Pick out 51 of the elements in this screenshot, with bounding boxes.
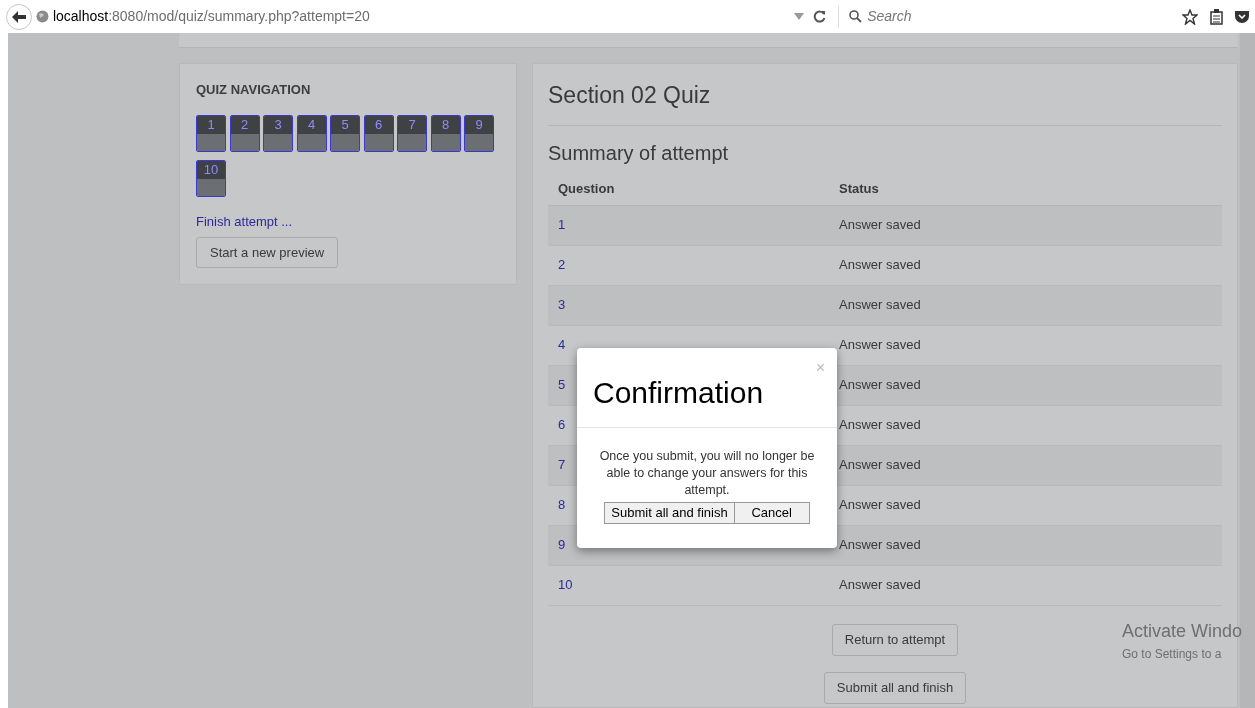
question-nav-button[interactable]: 6 (363, 114, 394, 152)
status-text: Answer saved (839, 376, 921, 395)
globe-icon (35, 10, 49, 23)
question-nav-button[interactable]: 1 (196, 114, 226, 152)
reload-icon[interactable] (813, 10, 827, 23)
submit-button[interactable]: Submit all and finish (823, 671, 967, 704)
submit-button[interactable]: Submit all and finish (604, 502, 735, 524)
star-icon[interactable] (1182, 8, 1198, 25)
question-nav-button[interactable]: 7 (397, 114, 427, 152)
return-button[interactable]: Return to attempt (831, 623, 959, 656)
status-text: Answer saved (839, 536, 921, 555)
finish-attempt-link[interactable]: Finish attempt ... (196, 211, 500, 231)
reading-list-icon[interactable] (1210, 8, 1223, 25)
panel-title: QUIZ NAVIGATION (196, 81, 312, 99)
question-link[interactable]: 1 (558, 215, 839, 235)
column-header: Question (557, 180, 616, 199)
question-nav-button[interactable]: 2 (229, 114, 260, 152)
activation-notice-title: Activate Windo (1122, 620, 1244, 643)
activation-notice-text: Go to Settings to a (1122, 646, 1223, 663)
status-text: Answer saved (839, 456, 921, 475)
section-heading: Summary of attempt (548, 140, 730, 166)
question-nav-button[interactable]: 5 (330, 114, 360, 152)
status-text: Answer saved (839, 296, 921, 315)
question-nav-button[interactable]: 8 (430, 114, 461, 152)
question-link[interactable]: 3 (558, 295, 839, 315)
start-preview-button[interactable]: Start a new preview (196, 237, 339, 268)
url-host: localhost (52, 7, 109, 26)
back-arrow-icon (11, 10, 26, 23)
question-link[interactable]: 10 (558, 575, 839, 595)
question-link[interactable]: 2 (558, 255, 839, 275)
address-bar[interactable]: localhost:8080/mod/quiz/summary.php?attempt=20 (52, 6, 791, 27)
status-text: Answer saved (839, 496, 921, 515)
page-title: Section 02 Quiz (548, 78, 1222, 126)
cancel-button[interactable]: Cancel (734, 502, 810, 524)
dialog-message: Once you submit, you will no longer be able to change your answers for this attempt. (598, 448, 816, 499)
question-nav-button[interactable]: 9 (464, 114, 494, 152)
dropdown-icon[interactable] (794, 12, 805, 21)
question-nav-button[interactable]: 10 (196, 159, 226, 197)
column-header: Status (839, 180, 879, 199)
status-text: Answer saved (839, 576, 921, 595)
status-text: Answer saved (839, 216, 921, 235)
status-text: Answer saved (839, 336, 921, 355)
search-field[interactable]: Search (849, 6, 1178, 27)
question-nav-button[interactable]: 4 (296, 114, 327, 152)
pocket-icon[interactable] (1235, 9, 1249, 24)
status-text: Answer saved (839, 416, 921, 435)
dialog-title: Confirmation (593, 375, 764, 411)
url-path: :8080/mod/quiz/summary.php?attempt=20 (108, 7, 370, 26)
search-icon (849, 10, 863, 23)
question-nav-button[interactable]: 3 (263, 114, 293, 152)
status-text: Answer saved (839, 256, 921, 275)
